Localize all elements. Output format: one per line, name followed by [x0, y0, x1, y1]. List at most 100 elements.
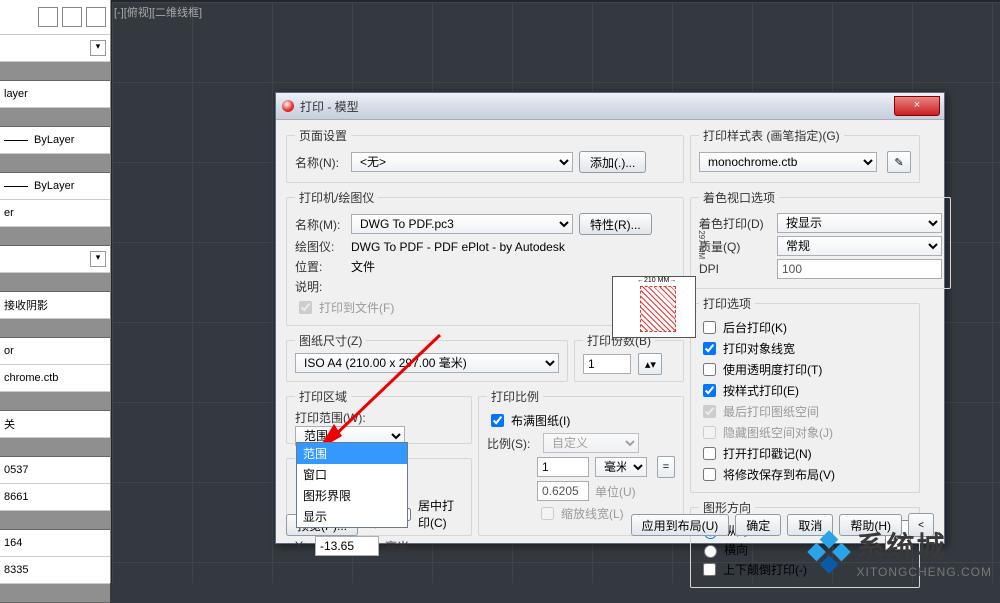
toolbar-icon-3[interactable]	[86, 7, 106, 27]
layer-row[interactable]: layer	[0, 81, 110, 108]
chrome-row[interactable]: chrome.ctb	[0, 365, 110, 392]
paper-preview: ←210 MM→	[612, 276, 696, 338]
printarea-dropdown-list[interactable]: 范围 窗口 图形界限 显示	[296, 442, 408, 528]
pagesetup-add-button[interactable]: 添加(.)...	[579, 151, 646, 173]
plotoptions-group: 打印选项 后台打印(K) 打印对象线宽 使用透明度打印(T) 按样式打印(E) …	[690, 295, 920, 493]
scale-fit-check[interactable]	[491, 414, 504, 427]
opt-background-label: 后台打印(K)	[723, 319, 787, 336]
papersize-legend: 图纸尺寸(Z)	[295, 332, 366, 349]
orient-landscape-label: 横向	[724, 541, 748, 558]
preview-height: ← 297 MM →	[697, 220, 706, 269]
shade-select[interactable]: 按显示	[777, 213, 942, 233]
viewport-legend: 着色视口选项	[699, 189, 779, 206]
quality-label: 质量(Q)	[699, 238, 771, 255]
opt-transparency-label: 使用透明度打印(T)	[723, 361, 822, 378]
printarea-group: 打印区域 打印范围(W): 范围	[286, 388, 472, 444]
toolbar-icon-1[interactable]	[38, 7, 58, 27]
dialog-titlebar[interactable]: 打印 - 模型 ×	[276, 93, 944, 120]
scale-den-unit: 单位(U)	[595, 483, 636, 500]
option-extents[interactable]: 范围	[297, 443, 407, 464]
copies-group: 打印份数(B) ▴▾	[574, 332, 684, 382]
opt-bystyle-label: 按样式打印(E)	[723, 382, 799, 399]
scale-legend: 打印比例	[487, 388, 543, 405]
print-dialog: 打印 - 模型 × 页面设置 名称(N): <无> 添加(.)...	[275, 92, 945, 544]
scale-equals: =	[657, 456, 675, 478]
guan-row[interactable]: 关	[0, 411, 110, 438]
printer-name-select[interactable]: DWG To PDF.pc3	[351, 214, 573, 234]
num-row-4: 8335	[0, 557, 110, 584]
orient-landscape-radio[interactable]	[704, 545, 717, 558]
scale-fit-label: 布满图纸(I)	[511, 412, 570, 429]
app-icon	[282, 100, 294, 112]
page-setup-legend: 页面设置	[295, 127, 351, 144]
opt-bystyle-check[interactable]	[703, 384, 716, 397]
plotstyle-edit-icon[interactable]: ✎	[887, 151, 911, 173]
ok-button[interactable]: 确定	[735, 514, 781, 536]
scale-den-input	[537, 481, 589, 501]
opt-background-check[interactable]	[703, 321, 716, 334]
where-label: 位置:	[295, 258, 345, 275]
opt-savelayout-check[interactable]	[703, 468, 716, 481]
bylayer-row-1[interactable]: ByLayer	[0, 127, 110, 154]
printer-group: 打印机/绘图仪 名称(M): DWG To PDF.pc3 特性(R)... 绘…	[286, 189, 684, 326]
watermark-logo-icon	[807, 530, 851, 574]
num-row-1: 0537	[0, 457, 110, 484]
scale-label: 比例(S):	[487, 435, 537, 452]
or-row: or	[0, 338, 110, 365]
option-window[interactable]: 窗口	[297, 464, 407, 485]
shade-label: 着色打印(D)	[699, 215, 771, 232]
dpi-input	[777, 259, 942, 279]
opt-hidepaper-check	[703, 426, 716, 439]
printer-name-label: 名称(M):	[295, 216, 345, 233]
opt-lineweights-check[interactable]	[703, 342, 716, 355]
dpi-label: DPI	[699, 262, 771, 276]
opt-stamp-label: 打开打印戳记(N)	[723, 445, 812, 462]
papersize-select[interactable]: ISO A4 (210.00 x 297.00 毫米)	[295, 353, 559, 373]
viewport-title: [-][俯视][二维线框]	[114, 4, 202, 20]
printer-props-button[interactable]: 特性(R)...	[579, 213, 652, 235]
print-to-file-check	[299, 301, 312, 314]
opt-transparency-check[interactable]	[703, 363, 716, 376]
pagesetup-name-select[interactable]: <无>	[351, 152, 573, 172]
opt-stamp-check[interactable]	[703, 447, 716, 460]
page-setup-group: 页面设置 名称(N): <无> 添加(.)...	[286, 127, 684, 183]
copies-spinner[interactable]: ▴▾	[638, 353, 662, 375]
copies-input[interactable]	[583, 354, 631, 374]
bylayer-row-2[interactable]: ByLayer	[0, 173, 110, 200]
plotter-value: DWG To PDF - PDF ePlot - by Autodesk	[351, 240, 565, 254]
viewport-group: 着色视口选项 着色打印(D) 按显示 质量(Q) 常规 DPI	[690, 189, 951, 289]
toolbar-icon-2[interactable]	[62, 7, 82, 27]
option-display[interactable]: 显示	[297, 506, 407, 527]
pagesetup-name-label: 名称(N):	[295, 154, 345, 171]
dialog-title: 打印 - 模型	[300, 98, 359, 115]
plotstyle-select[interactable]: monochrome.ctb	[699, 152, 877, 172]
plotstyle-group: 打印样式表 (画笔指定)(G) monochrome.ctb ✎	[690, 127, 920, 183]
plotter-label: 绘图仪:	[295, 238, 345, 255]
quality-select[interactable]: 常规	[777, 236, 942, 256]
printarea-what-label: 打印范围(W):	[295, 409, 366, 426]
num-row-2: 8661	[0, 484, 110, 511]
close-button[interactable]: ×	[894, 96, 940, 116]
opt-paperspace-label: 最后打印图纸空间	[723, 403, 819, 420]
opt-paperspace-check	[703, 405, 716, 418]
desc-label: 说明:	[295, 278, 345, 295]
printarea-legend: 打印区域	[295, 388, 351, 405]
orient-upside-check[interactable]	[703, 563, 716, 576]
apply-layout-button[interactable]: 应用到布局(U)	[631, 514, 730, 536]
scale-unit-select[interactable]: 毫米	[595, 457, 647, 477]
dock-section	[0, 62, 110, 81]
shadow-row[interactable]: 接收阴影	[0, 292, 110, 319]
scale-num-input[interactable]	[537, 457, 589, 477]
opt-savelayout-label: 将修改保存到布局(V)	[723, 466, 835, 483]
scale-select: 自定义	[543, 433, 639, 453]
plotoptions-legend: 打印选项	[699, 295, 755, 312]
plotstyle-legend: 打印样式表 (画笔指定)(G)	[699, 127, 844, 144]
where-value: 文件	[351, 258, 375, 275]
watermark: 系统城 XITONGCHENG.COM	[807, 525, 992, 579]
option-limits[interactable]: 图形界限	[297, 485, 407, 506]
watermark-brand: 系统城	[857, 525, 992, 565]
num-row-3: 164	[0, 530, 110, 557]
left-properties-dock: ▾ layer ByLayer ByLayer er ▾ 接收阴影 or chr…	[0, 0, 111, 583]
orient-upside-label: 上下颠倒打印(-)	[723, 561, 807, 578]
dock-dropdown-1[interactable]: ▾	[0, 35, 110, 62]
